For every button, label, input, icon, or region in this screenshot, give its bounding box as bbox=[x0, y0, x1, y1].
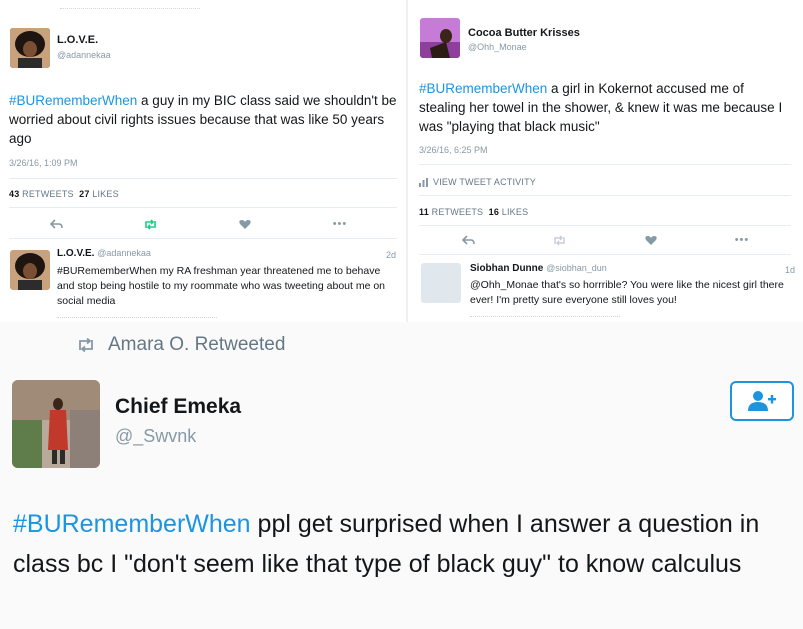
divider bbox=[9, 178, 397, 179]
retweet-label[interactable]: RETWEETS bbox=[432, 207, 484, 217]
reply-handle[interactable]: @siobhan_dun bbox=[546, 263, 607, 273]
more-icon[interactable]: ••• bbox=[332, 217, 348, 231]
reply-icon[interactable] bbox=[48, 217, 64, 231]
tweet-stats: 43 RETWEETS 27 LIKES bbox=[9, 189, 119, 199]
retweet-context: Amara O. Retweeted bbox=[76, 334, 285, 356]
reply-name-text[interactable]: Siobhan Dunne bbox=[470, 263, 543, 274]
heart-icon[interactable] bbox=[237, 217, 253, 231]
tweet-text: #BURememberWhen a guy in my BIC class sa… bbox=[9, 91, 399, 148]
divider bbox=[419, 254, 791, 255]
retweet-icon[interactable] bbox=[143, 217, 159, 231]
view-tweet-activity[interactable]: VIEW TWEET ACTIVITY bbox=[419, 177, 536, 187]
reply-display-name[interactable]: L.O.V.E. @adannekaa bbox=[57, 248, 151, 259]
follow-user-icon bbox=[748, 391, 776, 411]
reply-text: #BURememberWhen my RA freshman year thre… bbox=[57, 265, 386, 307]
reply-time[interactable]: 1d bbox=[785, 265, 795, 275]
retweet-count[interactable]: 43 bbox=[9, 189, 19, 199]
like-label[interactable]: LIKES bbox=[502, 207, 529, 217]
avatar-image bbox=[10, 28, 50, 68]
like-count[interactable]: 16 bbox=[489, 207, 499, 217]
tweet-actions: ••• bbox=[48, 217, 348, 231]
user-handle[interactable]: @_Swvnk bbox=[115, 426, 196, 447]
user-handle[interactable]: @adannekaa bbox=[57, 50, 111, 60]
reply-avatar[interactable] bbox=[421, 263, 461, 303]
reply-display-name[interactable]: Siobhan Dunne @siobhan_dun bbox=[470, 263, 607, 274]
reply-name-text[interactable]: L.O.V.E. bbox=[57, 248, 94, 259]
divider bbox=[419, 195, 791, 196]
reply-handle[interactable]: @adannekaa bbox=[97, 248, 151, 258]
reply-actions-partial bbox=[57, 317, 217, 321]
avatar-image bbox=[10, 250, 50, 290]
like-label[interactable]: LIKES bbox=[92, 189, 119, 199]
timestamp[interactable]: 3/26/16, 1:09 PM bbox=[9, 158, 78, 168]
bar-chart-icon bbox=[419, 177, 428, 187]
tweet-stats: 11 RETWEETS 16 LIKES bbox=[419, 207, 528, 217]
like-count[interactable]: 27 bbox=[79, 189, 89, 199]
avatar-image bbox=[12, 380, 100, 468]
retweeted-by[interactable]: Amara O. Retweeted bbox=[108, 334, 285, 356]
hashtag-link[interactable]: #BURememberWhen bbox=[9, 93, 137, 108]
tweet-card-left: L.O.V.E. @adannekaa #BURememberWhen a gu… bbox=[0, 0, 408, 322]
user-handle[interactable]: @Ohh_Monae bbox=[468, 42, 527, 52]
follow-button[interactable] bbox=[730, 381, 794, 421]
avatar-image bbox=[420, 18, 460, 58]
divider bbox=[419, 225, 791, 226]
timestamp[interactable]: 3/26/16, 6:25 PM bbox=[419, 145, 488, 155]
avatar[interactable] bbox=[10, 28, 50, 68]
top-divider bbox=[60, 8, 200, 12]
tweet-card-bottom: Amara O. Retweeted Chief Emeka @_Swvnk #… bbox=[0, 322, 803, 629]
tweet-card-right: Cocoa Butter Krisses @Ohh_Monae #BURemem… bbox=[408, 0, 803, 322]
retweet-icon[interactable] bbox=[551, 233, 567, 247]
tweet-text: #BURememberWhen ppl get surprised when I… bbox=[13, 504, 788, 584]
reply-text: @Ohh_Monae that's so horrrible? You were… bbox=[470, 279, 784, 306]
more-icon[interactable]: ••• bbox=[734, 233, 750, 247]
reply-actions-partial bbox=[470, 316, 620, 320]
tweet-text: #BURememberWhen a girl in Kokernot accus… bbox=[419, 79, 791, 136]
heart-icon[interactable] bbox=[643, 233, 659, 247]
reply-icon[interactable] bbox=[460, 233, 476, 247]
hashtag-link[interactable]: #BURememberWhen bbox=[13, 510, 251, 538]
retweet-count[interactable]: 11 bbox=[419, 207, 429, 217]
tweet-actions: ••• bbox=[460, 233, 750, 247]
display-name[interactable]: Cocoa Butter Krisses bbox=[468, 27, 580, 39]
reply-avatar[interactable] bbox=[10, 250, 50, 290]
divider bbox=[9, 207, 397, 208]
activity-label[interactable]: VIEW TWEET ACTIVITY bbox=[433, 177, 536, 187]
avatar[interactable] bbox=[420, 18, 460, 58]
display-name[interactable]: L.O.V.E. bbox=[57, 34, 98, 46]
display-name[interactable]: Chief Emeka bbox=[115, 395, 241, 419]
divider bbox=[419, 164, 791, 165]
divider bbox=[9, 238, 397, 239]
retweet-label[interactable]: RETWEETS bbox=[22, 189, 74, 199]
retweet-icon bbox=[79, 338, 93, 352]
avatar[interactable] bbox=[12, 380, 100, 468]
reply-time[interactable]: 2d bbox=[386, 250, 396, 260]
hashtag-link[interactable]: #BURememberWhen bbox=[419, 81, 547, 96]
